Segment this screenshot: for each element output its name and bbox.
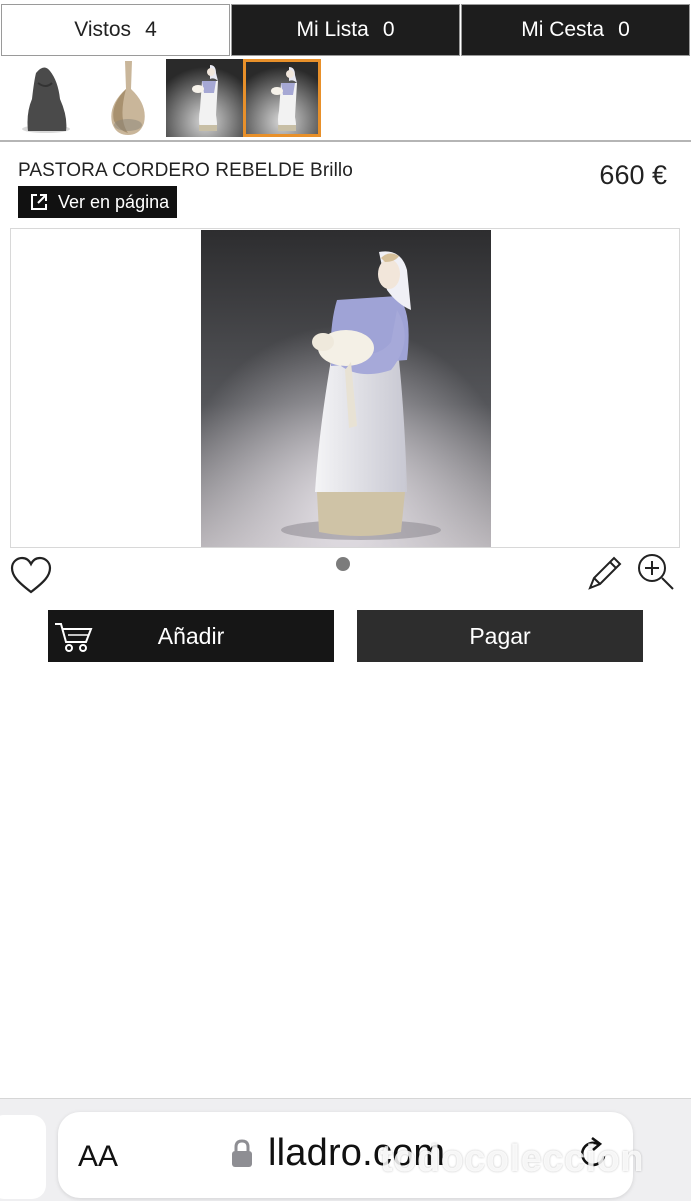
shepherdess-figurine-icon: [243, 59, 321, 137]
aa-label: AA: [78, 1140, 119, 1173]
tab-label: Mi Cesta: [521, 18, 605, 41]
product-price: 660 €: [599, 160, 667, 190]
text-size-button[interactable]: AA: [78, 1140, 118, 1174]
tab-label: Mi Lista: [296, 18, 369, 41]
lock-icon: [232, 1139, 252, 1167]
zoom-in-icon[interactable]: [636, 552, 676, 592]
external-link-icon: [31, 194, 47, 210]
product-title: PASTORA CORDERO REBELDE Brillo: [18, 160, 353, 181]
shopping-cart-icon: [55, 623, 93, 652]
top-tabs: Vistos 4 Mi Lista 0 Mi Cesta 0: [0, 0, 691, 58]
view-page-label: Ver en página: [58, 191, 170, 212]
pay-button[interactable]: Pagar: [357, 610, 643, 662]
tab-count: 0: [382, 18, 395, 41]
vase-icon: [90, 59, 168, 137]
watermark: todocoleccion: [380, 1138, 645, 1180]
thumbnail-item[interactable]: [6, 59, 84, 137]
tab-mi-cesta[interactable]: Mi Cesta 0: [461, 4, 690, 56]
favorite-heart-icon[interactable]: [10, 556, 52, 596]
previous-tab-card[interactable]: [0, 1115, 46, 1199]
thumbnail-item[interactable]: [166, 59, 244, 137]
add-button-label: Añadir: [157, 622, 225, 649]
thumbnail-item[interactable]: [90, 59, 168, 137]
product-image-container: [10, 228, 680, 548]
tab-vistos[interactable]: Vistos 4: [1, 4, 230, 56]
product-image[interactable]: [201, 230, 491, 547]
shepherdess-figurine-icon: [166, 59, 244, 137]
tab-label: Vistos: [74, 18, 132, 41]
tab-count: 0: [618, 18, 630, 41]
pencil-icon[interactable]: [586, 554, 624, 592]
thumbnail-item-selected[interactable]: [243, 59, 321, 137]
add-to-cart-button[interactable]: Añadir: [48, 610, 334, 662]
carousel-indicator-dot[interactable]: [336, 557, 350, 571]
tab-count: 4: [145, 18, 157, 41]
pay-button-label: Pagar: [469, 622, 531, 649]
recently-viewed-thumbnails: [0, 58, 691, 142]
tab-mi-lista[interactable]: Mi Lista 0: [231, 4, 460, 56]
view-page-button[interactable]: Ver en página: [18, 186, 177, 218]
figurine-monk-icon: [6, 59, 84, 137]
